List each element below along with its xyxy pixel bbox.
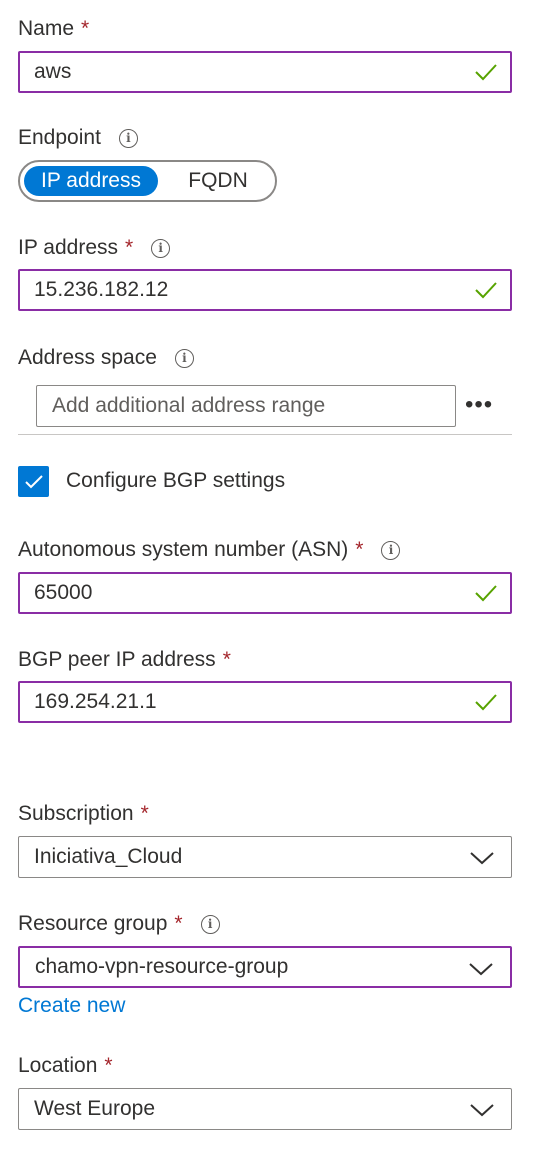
endpoint-toggle[interactable]: IP address FQDN	[18, 160, 277, 202]
location-value: West Europe	[34, 1097, 156, 1120]
required-asterisk: *	[125, 236, 134, 259]
info-icon[interactable]: i	[381, 540, 401, 560]
bgp-peer-label: BGP peer IP address *	[18, 648, 231, 671]
subscription-dropdown[interactable]: Iniciativa_Cloud	[18, 836, 512, 878]
more-options-icon[interactable]: •••	[465, 392, 493, 418]
asn-input[interactable]: 65000	[18, 572, 512, 614]
checkmark-icon	[475, 585, 497, 602]
info-icon[interactable]: i	[200, 914, 220, 934]
subscription-value: Iniciativa_Cloud	[34, 845, 183, 868]
info-icon[interactable]: i	[174, 348, 194, 368]
checkmark-icon	[475, 694, 497, 711]
resource-group-value: chamo-vpn-resource-group	[35, 955, 289, 978]
location-label: Location *	[18, 1054, 113, 1077]
address-space-label: Address space i	[18, 345, 194, 371]
subscription-label: Subscription *	[18, 802, 149, 825]
ip-address-value: 15.236.182.12	[34, 278, 169, 301]
name-value: aws	[34, 60, 72, 83]
ip-address-label: IP address * i	[18, 235, 171, 261]
divider	[18, 434, 512, 435]
bgp-checkbox-label[interactable]: Configure BGP settings	[66, 468, 285, 494]
create-new-link[interactable]: Create new	[18, 993, 125, 1019]
ip-address-input[interactable]: 15.236.182.12	[18, 269, 512, 311]
endpoint-label: Endpoint i	[18, 125, 138, 151]
asn-value: 65000	[34, 581, 93, 604]
endpoint-option-fqdn[interactable]: FQDN	[168, 166, 268, 196]
location-dropdown[interactable]: West Europe	[18, 1088, 512, 1130]
required-asterisk: *	[355, 538, 364, 561]
checkmark-icon	[24, 474, 43, 488]
required-asterisk: *	[81, 17, 90, 40]
checkmark-icon	[475, 282, 497, 299]
bgp-peer-input[interactable]: 169.254.21.1	[18, 681, 512, 723]
chevron-down-icon	[470, 1104, 494, 1117]
info-icon[interactable]: i	[151, 238, 171, 258]
address-range-input[interactable]	[36, 385, 456, 427]
required-asterisk: *	[104, 1054, 113, 1077]
chevron-down-icon	[469, 963, 493, 976]
bgp-checkbox[interactable]	[18, 466, 49, 497]
asn-label: Autonomous system number (ASN) * i	[18, 537, 401, 563]
bgp-peer-value: 169.254.21.1	[34, 690, 157, 713]
required-asterisk: *	[140, 802, 149, 825]
name-input[interactable]: aws	[18, 51, 512, 93]
checkmark-icon	[475, 64, 497, 81]
required-asterisk: *	[222, 648, 231, 671]
resource-group-dropdown[interactable]: chamo-vpn-resource-group	[18, 946, 512, 988]
required-asterisk: *	[174, 912, 183, 935]
name-label: Name *	[18, 17, 90, 40]
chevron-down-icon	[470, 852, 494, 865]
info-icon[interactable]: i	[118, 128, 138, 148]
resource-group-label: Resource group * i	[18, 911, 220, 937]
endpoint-option-ip-address[interactable]: IP address	[24, 166, 158, 196]
